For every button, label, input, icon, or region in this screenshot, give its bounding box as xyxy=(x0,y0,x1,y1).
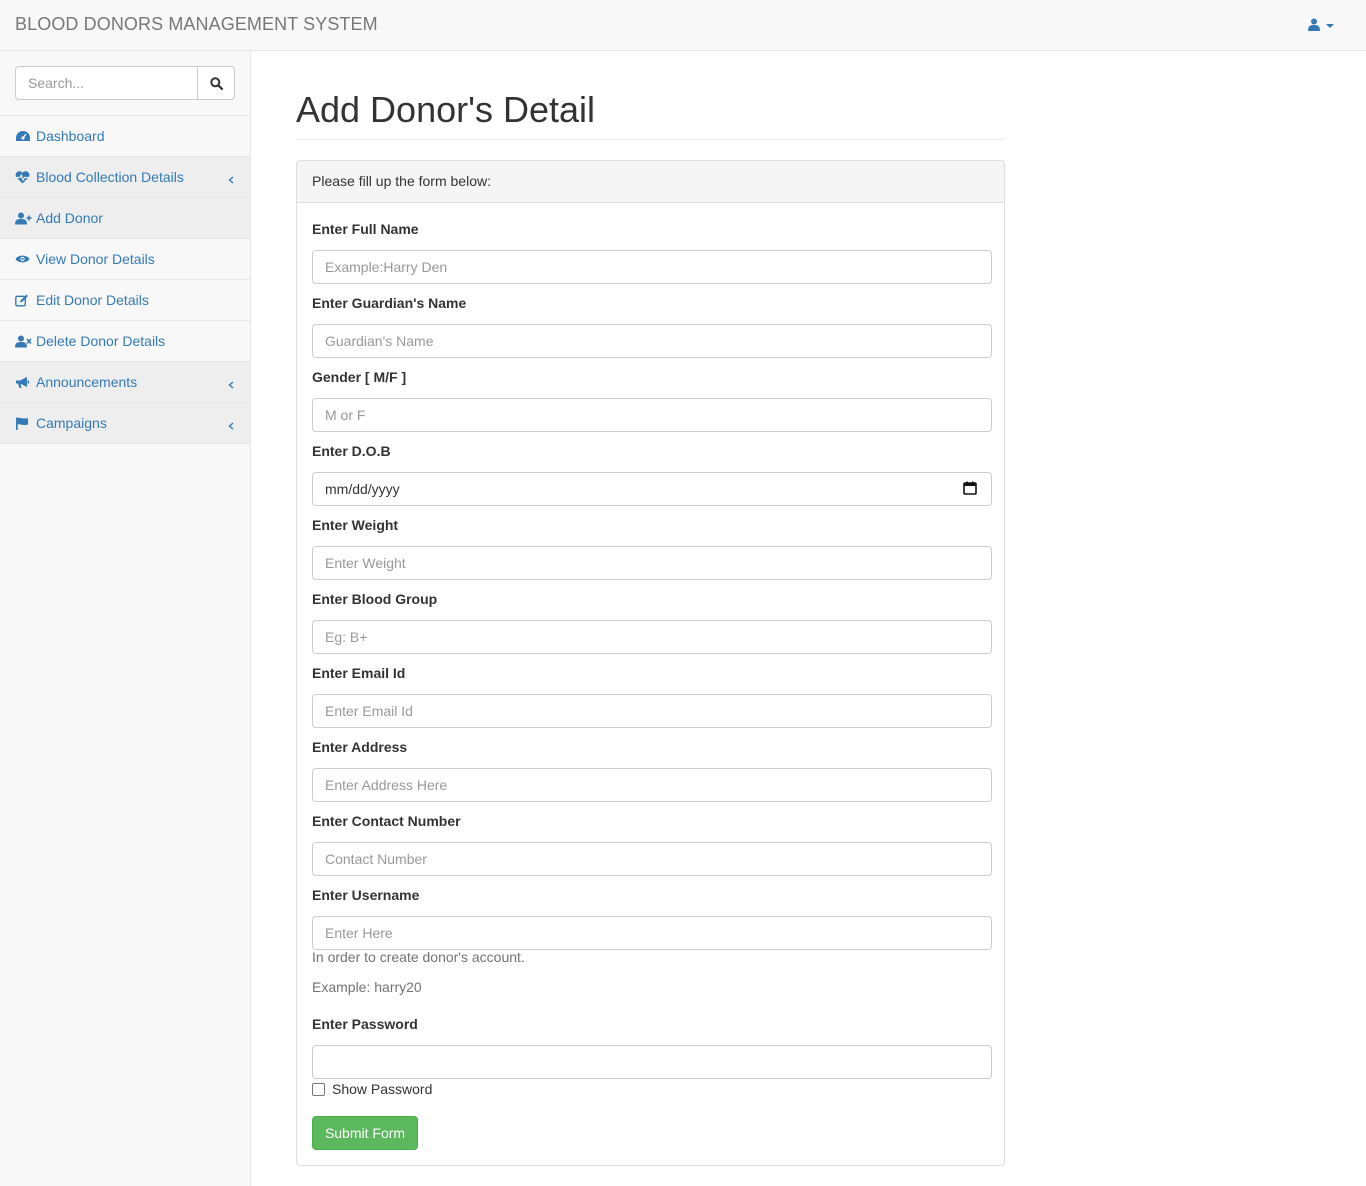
eye-icon xyxy=(15,252,33,266)
blood-group-label: Enter Blood Group xyxy=(312,591,438,607)
dob-placeholder: mm/dd/yyyy xyxy=(325,481,400,497)
full-name-input[interactable] xyxy=(312,250,992,284)
top-navbar: BLOOD DONORS MANAGEMENT SYSTEM xyxy=(0,0,1366,51)
sidebar-item-label: Edit Donor Details xyxy=(36,292,149,308)
user-icon xyxy=(1308,18,1320,34)
guardian-name-label: Enter Guardian's Name xyxy=(312,295,467,311)
full-name-label: Enter Full Name xyxy=(312,221,419,237)
username-label: Enter Username xyxy=(312,887,420,903)
sidebar-item-view-donor[interactable]: View Donor Details xyxy=(0,239,250,280)
weight-input[interactable] xyxy=(312,546,992,580)
dob-group: Enter D.O.B mm/dd/yyyy xyxy=(312,441,992,506)
sidebar-item-label: Delete Donor Details xyxy=(36,333,166,349)
gender-group: Gender [ M/F ] xyxy=(312,367,992,432)
gender-input[interactable] xyxy=(312,398,992,432)
contact-input[interactable] xyxy=(312,842,992,876)
calendar-icon[interactable] xyxy=(963,481,977,498)
gender-label: Gender [ M/F ] xyxy=(312,369,407,385)
username-input[interactable] xyxy=(312,916,992,950)
sidebar-item-label: Announcements xyxy=(36,374,138,390)
donor-form-panel: Please fill up the form below: Enter Ful… xyxy=(296,160,1005,1166)
search-input[interactable] xyxy=(15,66,197,100)
sidebar-item-label: Campaigns xyxy=(36,415,107,431)
caret-down-icon xyxy=(1326,24,1334,28)
flag-icon xyxy=(15,416,33,430)
sidebar-item-delete-donor[interactable]: Delete Donor Details xyxy=(0,321,250,362)
sidebar-item-add-donor[interactable]: Add Donor xyxy=(0,198,250,239)
sidebar-item-blood-collection[interactable]: Blood Collection Details xyxy=(0,157,250,198)
guardian-name-group: Enter Guardian's Name xyxy=(312,293,992,358)
heartbeat-icon xyxy=(15,170,33,184)
blood-group-group: Enter Blood Group xyxy=(312,589,992,654)
sidebar-item-label: Blood Collection Details xyxy=(36,169,184,185)
contact-label: Enter Contact Number xyxy=(312,813,461,829)
brand-title[interactable]: BLOOD DONORS MANAGEMENT SYSTEM xyxy=(15,14,378,35)
username-example: Example: harry20 xyxy=(312,979,422,995)
dashboard-icon xyxy=(15,129,33,143)
address-label: Enter Address xyxy=(312,739,408,755)
bullhorn-icon xyxy=(15,375,33,389)
email-group: Enter Email Id xyxy=(312,663,992,728)
chevron-left-icon xyxy=(228,417,234,433)
edit-icon xyxy=(15,293,33,307)
sidebar-nav: Dashboard Blood Collection Details Add D… xyxy=(0,116,250,444)
sidebar-item-announcements[interactable]: Announcements xyxy=(0,362,250,403)
show-password-label: Show Password xyxy=(332,1081,433,1097)
sidebar-item-edit-donor[interactable]: Edit Donor Details xyxy=(0,280,250,321)
address-group: Enter Address xyxy=(312,737,992,802)
password-label: Enter Password xyxy=(312,1016,418,1032)
guardian-name-input[interactable] xyxy=(312,324,992,358)
username-help: In order to create donor's account. xyxy=(312,949,525,965)
address-input[interactable] xyxy=(312,768,992,802)
page-header: Add Donor's Detail xyxy=(296,90,1005,140)
sidebar-search xyxy=(15,66,235,100)
sidebar-item-label: Add Donor xyxy=(36,210,103,226)
show-password-checkbox[interactable] xyxy=(312,1082,325,1096)
search-button[interactable] xyxy=(197,66,235,100)
sidebar-item-dashboard[interactable]: Dashboard xyxy=(0,116,250,157)
user-plus-icon xyxy=(15,211,33,225)
user-menu-toggle[interactable] xyxy=(1308,17,1340,35)
weight-label: Enter Weight xyxy=(312,517,399,533)
dob-input[interactable]: mm/dd/yyyy xyxy=(312,472,992,506)
sidebar-item-label: View Donor Details xyxy=(36,251,155,267)
show-password-row[interactable]: Show Password xyxy=(312,1081,432,1097)
chevron-left-icon xyxy=(228,171,234,187)
username-group: Enter Username xyxy=(312,885,992,950)
full-name-group: Enter Full Name xyxy=(312,219,992,284)
password-input[interactable] xyxy=(312,1045,992,1079)
email-label: Enter Email Id xyxy=(312,665,406,681)
weight-group: Enter Weight xyxy=(312,515,992,580)
sidebar-item-label: Dashboard xyxy=(36,128,105,144)
blood-group-input[interactable] xyxy=(312,620,992,654)
user-times-icon xyxy=(15,334,33,348)
page-title: Add Donor's Detail xyxy=(296,89,596,130)
password-group: Enter Password xyxy=(312,1014,992,1079)
sidebar: Dashboard Blood Collection Details Add D… xyxy=(0,51,251,1186)
dob-label: Enter D.O.B xyxy=(312,443,391,459)
panel-heading: Please fill up the form below: xyxy=(297,161,1004,203)
sidebar-item-campaigns[interactable]: Campaigns xyxy=(0,403,250,444)
search-icon xyxy=(209,76,223,90)
email-field[interactable] xyxy=(312,694,992,728)
contact-group: Enter Contact Number xyxy=(312,811,992,876)
chevron-left-icon xyxy=(228,376,234,392)
submit-button[interactable]: Submit Form xyxy=(312,1116,418,1150)
